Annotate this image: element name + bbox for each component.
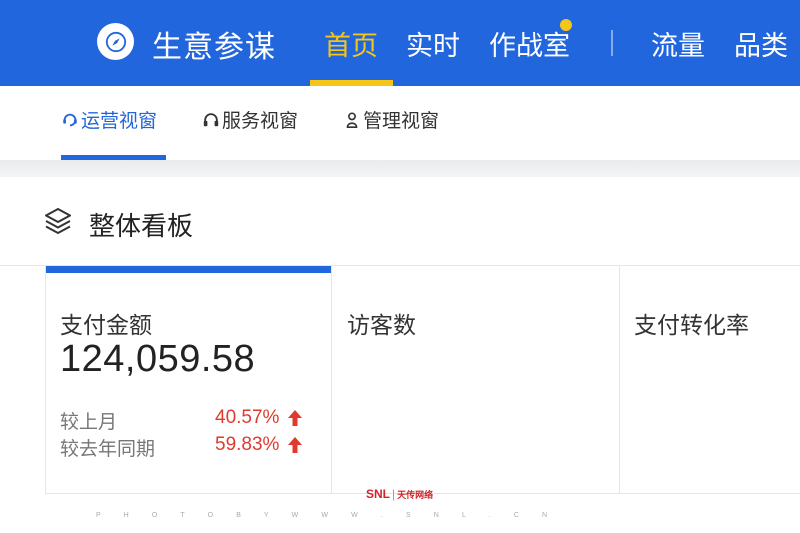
arrow-up-icon <box>288 437 303 453</box>
layers-icon <box>45 208 71 234</box>
tab-service-view[interactable]: 服务视窗 <box>202 106 298 133</box>
compass-logo-icon[interactable] <box>97 23 134 60</box>
comparison-label-yoy: 较去年同期 <box>60 438 156 460</box>
tab-operations-label: 运营视窗 <box>81 110 158 132</box>
tab-management-view[interactable]: 管理视窗 <box>343 106 439 133</box>
nav-divider <box>611 30 613 56</box>
metric-card-conversion-rate[interactable]: 支付转化率 <box>620 266 800 494</box>
tab-management-label: 管理视窗 <box>363 110 440 132</box>
headset-refresh-icon <box>63 113 77 126</box>
metric-label: 支付金额 <box>60 313 152 339</box>
watermark-logo-cn: 天传网络 <box>397 490 434 500</box>
notification-dot <box>560 19 572 31</box>
nav-item-war-room[interactable]: 作战室 <box>489 24 570 63</box>
watermark-logo-text: SNL <box>366 487 390 501</box>
comparison-value-mom: 40.57% <box>215 407 303 429</box>
tab-service-label: 服务视窗 <box>222 110 299 132</box>
metric-label: 访客数 <box>347 313 416 339</box>
nav-item-home[interactable]: 首页 <box>324 24 378 63</box>
tab-operations-view[interactable]: 运营视窗 <box>61 106 157 133</box>
watermark-caption: P H O T O B Y W W W . S N L . C N <box>96 512 557 519</box>
arrow-up-icon <box>288 410 303 426</box>
watermark-logo: SNL | 天传网络 <box>366 487 434 501</box>
headphones-icon <box>203 112 219 126</box>
nav-item-realtime[interactable]: 实时 <box>406 24 460 63</box>
brand-name[interactable]: 生意参谋 <box>152 22 276 66</box>
person-icon <box>346 111 358 128</box>
comparison-percent: 59.83% <box>215 434 280 455</box>
panel-title: 整体看板 <box>89 212 194 242</box>
comparison-percent: 40.57% <box>215 407 280 428</box>
nav-item-category[interactable]: 品类 <box>734 24 788 63</box>
metric-card-payment-amount[interactable]: 支付金额 124,059.58 较上月 40.57% 较去年同期 59.83% <box>45 266 332 494</box>
comparison-label-mom: 较上月 <box>60 411 118 433</box>
metric-label: 支付转化率 <box>634 313 749 339</box>
metric-card-visitors[interactable]: 访客数 <box>332 266 620 494</box>
comparison-value-yoy: 59.83% <box>215 434 303 456</box>
section-separator <box>0 160 800 177</box>
nav-item-traffic[interactable]: 流量 <box>651 24 705 63</box>
metric-value: 124,059.58 <box>60 338 256 380</box>
card-selected-indicator <box>46 266 331 273</box>
